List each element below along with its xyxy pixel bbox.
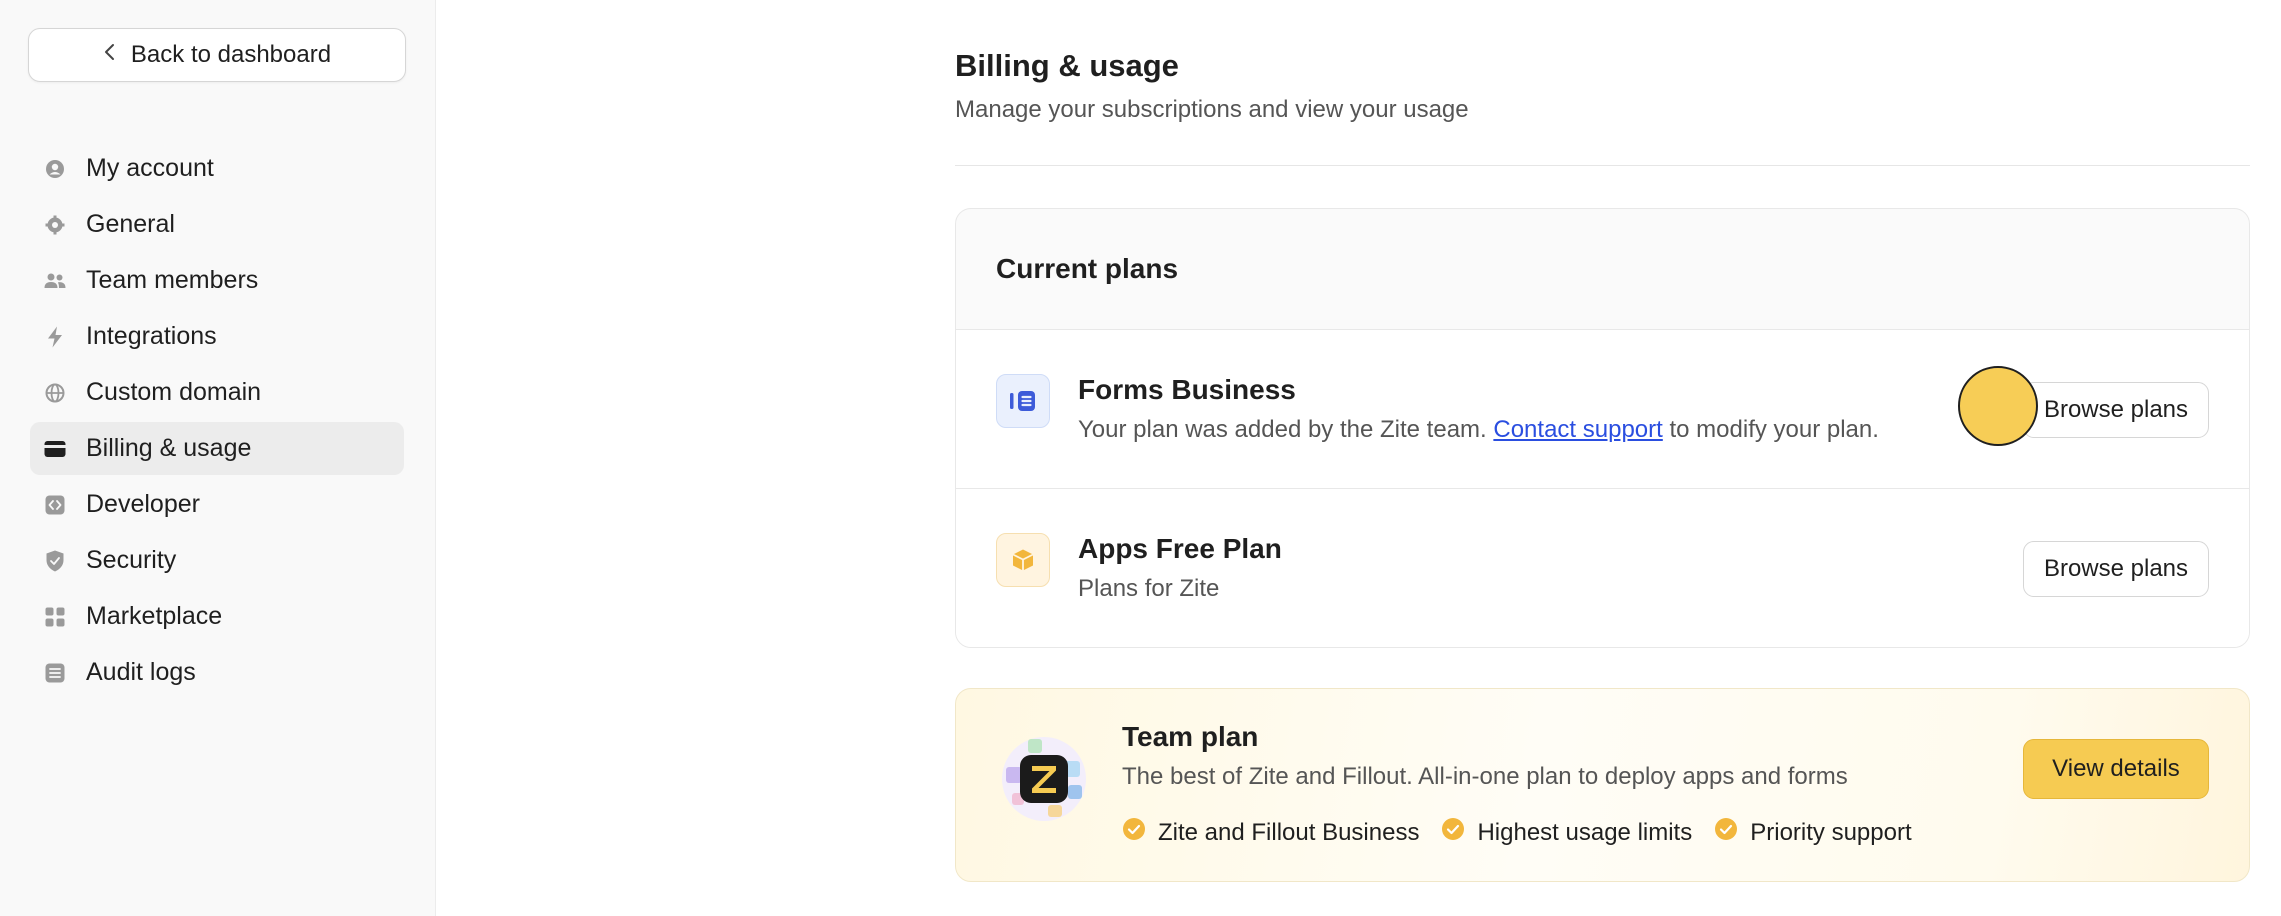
- feature-label: Highest usage limits: [1477, 818, 1693, 846]
- browse-plans-button[interactable]: Browse plans: [2023, 382, 2209, 438]
- plan-name: Apps Free Plan: [1078, 533, 1282, 564]
- forms-icon: [996, 374, 1050, 428]
- check-circle-icon: [1441, 817, 1465, 848]
- zite-logo-icon: [998, 733, 1090, 825]
- sidebar-item-label: Developer: [86, 490, 200, 518]
- feature-label: Priority support: [1750, 818, 1912, 846]
- grid-icon: [44, 606, 66, 628]
- settings-nav: My account General Team members Integrat…: [30, 142, 404, 702]
- header-divider: [955, 165, 2250, 166]
- sidebar-item-integrations[interactable]: Integrations: [30, 310, 404, 363]
- back-to-dashboard-button[interactable]: Back to dashboard: [28, 28, 406, 82]
- cube-icon: [996, 533, 1050, 587]
- sidebar-item-developer[interactable]: Developer: [30, 478, 404, 531]
- plan-description-suffix: to modify your plan.: [1669, 416, 1879, 443]
- sidebar-item-label: Custom domain: [86, 378, 262, 406]
- back-to-dashboard-label: Back to dashboard: [130, 41, 332, 68]
- page-subtitle: Manage your subscriptions and view your …: [955, 96, 1469, 123]
- team-plan-description: The best of Zite and Fillout. All-in-one…: [1122, 763, 1848, 790]
- sidebar-item-custom-domain[interactable]: Custom domain: [30, 366, 404, 419]
- gear-icon: [44, 214, 66, 236]
- sidebar-item-label: Team members: [86, 266, 259, 294]
- team-plan-card: Team plan The best of Zite and Fillout. …: [955, 688, 2250, 882]
- user-circle-icon: [44, 158, 66, 180]
- sidebar-item-security[interactable]: Security: [30, 534, 404, 587]
- team-plan-features: Zite and Fillout Business Highest usage …: [1122, 817, 1912, 848]
- sidebar-item-billing-usage[interactable]: Billing & usage: [30, 422, 404, 475]
- list-icon: [44, 662, 66, 684]
- plan-description: Your plan was added by the Zite team. Co…: [1078, 416, 1879, 444]
- view-details-button[interactable]: View details: [2023, 739, 2209, 799]
- shield-icon: [44, 550, 66, 572]
- sidebar-item-label: My account: [86, 154, 214, 182]
- feature-item: Highest usage limits: [1441, 817, 1692, 848]
- sidebar-item-label: Audit logs: [86, 658, 196, 686]
- feature-label: Zite and Fillout Business: [1158, 818, 1420, 846]
- lightning-icon: [44, 326, 66, 348]
- sidebar-item-general[interactable]: General: [30, 198, 404, 251]
- credit-card-icon: [44, 438, 66, 460]
- sidebar-item-marketplace[interactable]: Marketplace: [30, 590, 404, 643]
- settings-sidebar: Back to dashboard My account General Tea…: [0, 0, 436, 916]
- sidebar-item-label: Marketplace: [86, 602, 223, 630]
- check-circle-icon: [1714, 817, 1738, 848]
- sidebar-item-label: Integrations: [86, 322, 217, 350]
- feature-item: Priority support: [1714, 817, 1912, 848]
- globe-icon: [44, 382, 66, 404]
- sidebar-item-label: Billing & usage: [86, 434, 252, 462]
- chevron-left-icon: [103, 41, 117, 69]
- code-icon: [44, 494, 66, 516]
- plan-name: Forms Business: [1078, 374, 1296, 405]
- current-plans-header: Current plans: [956, 209, 2249, 330]
- sidebar-item-my-account[interactable]: My account: [30, 142, 404, 195]
- sidebar-item-team-members[interactable]: Team members: [30, 254, 404, 307]
- plan-row-forms-business: Forms Business Your plan was added by th…: [956, 330, 2249, 489]
- browse-plans-button[interactable]: Browse plans: [2023, 541, 2209, 597]
- contact-support-link[interactable]: Contact support: [1493, 416, 1662, 443]
- page-title: Billing & usage: [955, 48, 1179, 83]
- sidebar-item-label: Security: [86, 546, 177, 574]
- team-plan-name: Team plan: [1122, 721, 1259, 752]
- users-icon: [44, 270, 66, 292]
- plan-description-prefix: Your plan was added by the Zite team.: [1078, 416, 1487, 443]
- plan-description: Plans for Zite: [1078, 575, 1220, 602]
- current-plans-card: Current plans Forms Business Your plan w…: [955, 208, 2250, 648]
- plan-row-apps-free: Apps Free Plan Plans for Zite Browse pla…: [956, 489, 2249, 647]
- feature-item: Zite and Fillout Business: [1122, 817, 1419, 848]
- sidebar-item-audit-logs[interactable]: Audit logs: [30, 646, 404, 699]
- check-circle-icon: [1122, 817, 1146, 848]
- sidebar-item-label: General: [86, 210, 175, 238]
- cursor-indicator: [1958, 366, 2038, 446]
